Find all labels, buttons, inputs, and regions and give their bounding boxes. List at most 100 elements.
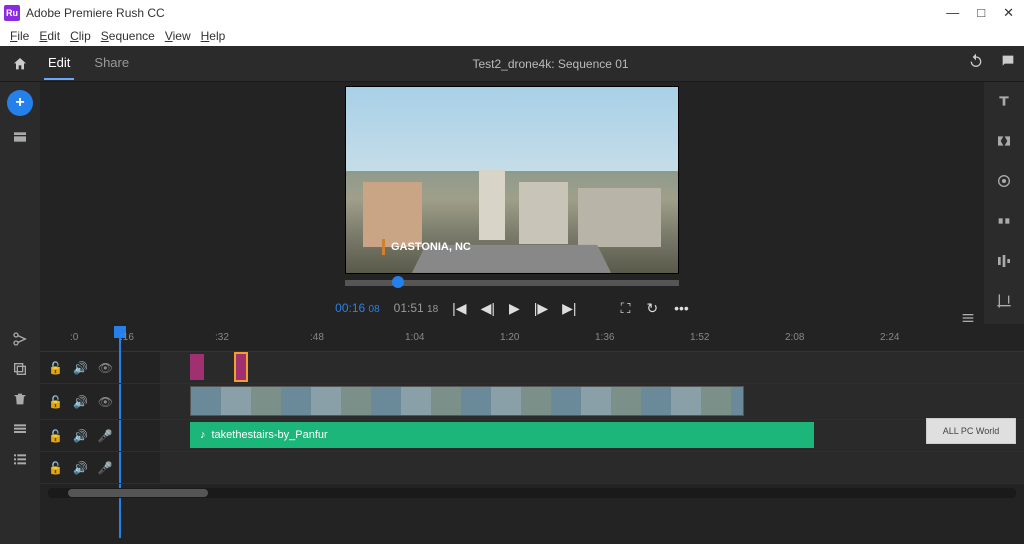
- window-maximize[interactable]: □: [977, 5, 985, 21]
- timeline-tracks: 🔓 🔊 👁 🔓 🔊 👁: [40, 352, 1024, 544]
- track-audio-1: 🔓 🔊 🎤 ♪ takethestairs-by_Panfur: [40, 420, 1024, 452]
- project-panel-button[interactable]: [9, 128, 31, 146]
- menu-view[interactable]: View: [161, 29, 195, 43]
- scrollbar-thumb[interactable]: [68, 489, 208, 497]
- track-lock-button[interactable]: 🔓: [48, 429, 63, 443]
- speed-icon: [996, 213, 1012, 229]
- duplicate-button[interactable]: [9, 360, 31, 378]
- timeline-left-tools: [0, 324, 40, 544]
- delete-button[interactable]: [9, 390, 31, 408]
- menu-sequence[interactable]: Sequence: [97, 29, 159, 43]
- timeline-ruler[interactable]: :0 :16 :32 :48 1:04 1:20 1:36 1:52 2:08 …: [40, 324, 1024, 352]
- app-icon: Ru: [4, 5, 20, 21]
- list-icon: [12, 451, 28, 467]
- location-caption: GASTONIA, NC: [382, 239, 477, 255]
- menu-edit[interactable]: Edit: [35, 29, 64, 43]
- transform-button[interactable]: [993, 290, 1015, 312]
- more-options-button[interactable]: •••: [674, 300, 689, 317]
- menu-clip[interactable]: Clip: [66, 29, 95, 43]
- timeline-scrollbar[interactable]: [48, 488, 1016, 498]
- ruler-tick: 1:04: [405, 332, 424, 343]
- track-mic-button[interactable]: 🎤: [98, 429, 113, 443]
- panel-icon: [12, 129, 28, 145]
- timeline-main: :0 :16 :32 :48 1:04 1:20 1:36 1:52 2:08 …: [40, 324, 1024, 544]
- play-button[interactable]: ▶: [509, 300, 520, 317]
- transport-controls: 00:16 08 01:51 18 |◀ ◀| ▶ |▶ ▶| ⛶ ↻ •••: [212, 292, 812, 324]
- audio-panel-icon: [996, 253, 1012, 269]
- video-clip[interactable]: [190, 386, 744, 416]
- window-minimize[interactable]: —: [946, 5, 959, 21]
- ruler-tick: :16: [120, 332, 134, 343]
- left-toolbar: +: [0, 82, 40, 324]
- scissors-button[interactable]: [9, 330, 31, 348]
- add-media-button[interactable]: +: [7, 90, 33, 116]
- color-icon: [996, 173, 1012, 189]
- ruler-tick: 1:36: [595, 332, 614, 343]
- undo-icon: [968, 53, 984, 69]
- current-time: 00:16 08: [335, 301, 380, 315]
- tab-edit[interactable]: Edit: [44, 47, 74, 80]
- loop-button[interactable]: ↻: [646, 300, 658, 317]
- tracks-icon: [12, 421, 28, 437]
- menu-file[interactable]: File: [6, 29, 33, 43]
- track-body-audio-2[interactable]: [160, 452, 1024, 483]
- track-title: 🔓 🔊 👁: [40, 352, 1024, 384]
- ruler-tick: :0: [70, 332, 78, 343]
- track-mute-button[interactable]: 🔊: [73, 395, 88, 409]
- window-close[interactable]: ✕: [1003, 5, 1014, 21]
- right-toolbar: [984, 82, 1024, 324]
- tab-share[interactable]: Share: [90, 47, 133, 80]
- content-area: + GASTONIA, NC 00:1: [0, 82, 1024, 324]
- transitions-button[interactable]: [993, 130, 1015, 152]
- crop-icon: [996, 293, 1012, 309]
- undo-button[interactable]: [968, 53, 984, 74]
- track-lock-button[interactable]: 🔓: [48, 361, 63, 375]
- track-lock-button[interactable]: 🔓: [48, 461, 63, 475]
- track-list-button[interactable]: [9, 450, 31, 468]
- home-button[interactable]: [8, 56, 32, 72]
- title-icon: [996, 93, 1012, 109]
- track-display-button[interactable]: [9, 420, 31, 438]
- color-button[interactable]: [993, 170, 1015, 192]
- track-lock-button[interactable]: 🔓: [48, 395, 63, 409]
- speed-button[interactable]: [993, 210, 1015, 232]
- track-visibility-button[interactable]: 👁: [98, 395, 113, 409]
- program-monitor: GASTONIA, NC 00:16 08 01:51 18 |◀ ◀| ▶ |…: [40, 82, 984, 324]
- video-preview[interactable]: GASTONIA, NC: [345, 86, 679, 274]
- home-icon: [12, 56, 28, 72]
- titles-button[interactable]: [993, 90, 1015, 112]
- comments-button[interactable]: [1000, 53, 1016, 74]
- audio-button[interactable]: [993, 250, 1015, 272]
- menu-help[interactable]: Help: [197, 29, 230, 43]
- track-mic-button[interactable]: 🎤: [98, 461, 113, 475]
- audio-clip-label: takethestairs-by_Panfur: [212, 429, 328, 441]
- scissors-icon: [12, 331, 28, 347]
- title-clip-1[interactable]: [190, 354, 204, 380]
- track-mute-button[interactable]: 🔊: [73, 461, 88, 475]
- go-to-end-button[interactable]: ▶|: [562, 300, 576, 317]
- step-back-button[interactable]: ◀|: [481, 300, 495, 317]
- track-video: 🔓 🔊 👁: [40, 384, 1024, 420]
- total-time: 01:51 18: [394, 301, 439, 315]
- track-mute-button[interactable]: 🔊: [73, 429, 88, 443]
- track-body-title[interactable]: [160, 352, 1024, 383]
- track-mute-button[interactable]: 🔊: [73, 361, 88, 375]
- fullscreen-button[interactable]: ⛶: [621, 300, 631, 317]
- title-clip-2-selected[interactable]: [236, 354, 246, 380]
- app-title: Adobe Premiere Rush CC: [26, 6, 165, 20]
- track-body-audio[interactable]: ♪ takethestairs-by_Panfur: [160, 420, 1024, 451]
- track-visibility-button[interactable]: 👁: [98, 361, 113, 375]
- ruler-tick: 1:20: [500, 332, 519, 343]
- track-audio-2: 🔓 🔊 🎤: [40, 452, 1024, 484]
- ruler-tick: 2:08: [785, 332, 804, 343]
- menubar: File Edit Clip Sequence View Help: [0, 26, 1024, 46]
- audio-clip[interactable]: ♪ takethestairs-by_Panfur: [190, 422, 814, 448]
- track-body-video[interactable]: [160, 384, 1024, 419]
- music-note-icon: ♪: [200, 429, 206, 441]
- scrub-bar[interactable]: [345, 280, 679, 286]
- step-forward-button[interactable]: |▶: [534, 300, 548, 317]
- scrub-playhead[interactable]: [392, 276, 404, 288]
- go-to-start-button[interactable]: |◀: [452, 300, 466, 317]
- ruler-tick: :32: [215, 332, 229, 343]
- watermark: ALL PC World: [926, 418, 1016, 444]
